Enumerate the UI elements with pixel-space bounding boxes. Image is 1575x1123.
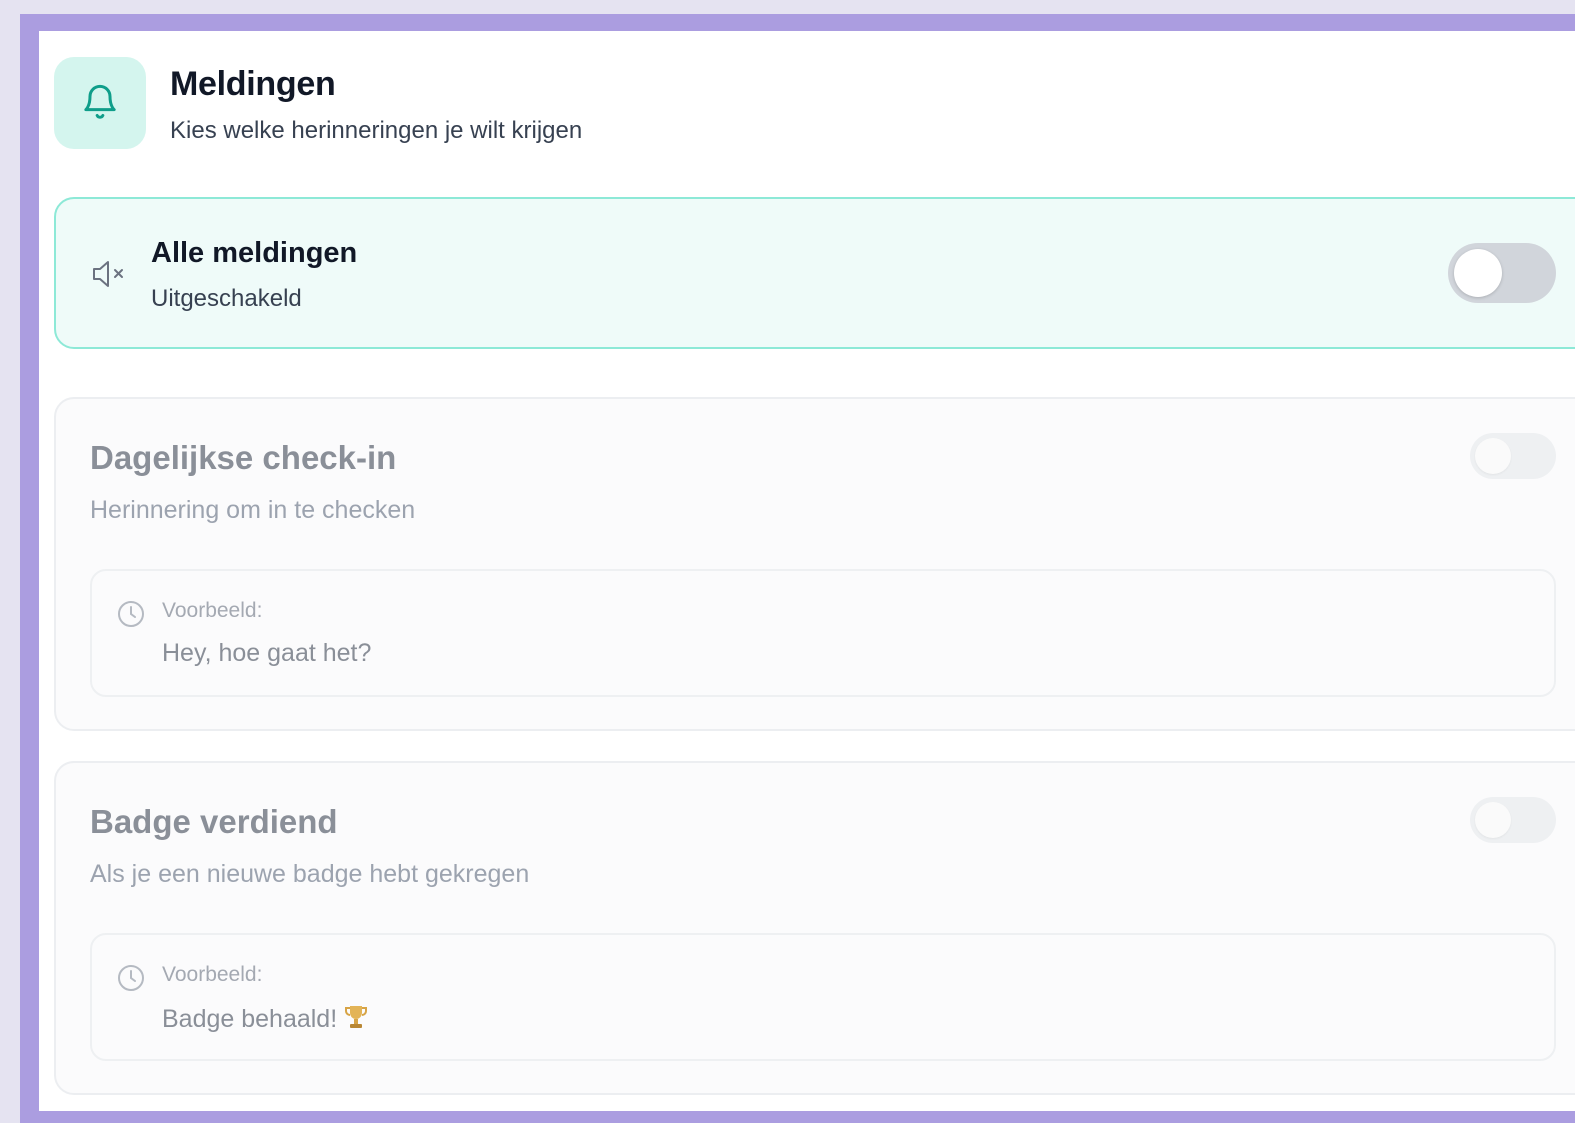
example-box: Voorbeeld: Hey, hoe gaat het? [90,569,1556,697]
clock-icon [116,963,146,993]
all-notifications-status: Uitgeschakeld [151,285,302,312]
notification-title: Dagelijkse check-in [90,439,397,476]
page-subtitle: Kies welke herinneringen je wilt krijgen [170,117,583,144]
page-title: Meldingen [170,65,336,103]
example-label: Voorbeeld: [162,963,263,986]
notification-description: Herinnering om in te checken [90,496,416,524]
speaker-muted-icon [90,259,130,289]
toggle-knob [1475,802,1511,838]
example-text: Badge behaald! [162,1005,338,1033]
notification-title: Badge verdiend [90,803,338,840]
example-label: Voorbeeld: [162,599,263,622]
trophy-icon [343,1003,369,1031]
example-text-row: Badge behaald! [162,1003,369,1034]
notification-card-badge-earned: Badge verdiend Als je een nieuwe badge h… [54,761,1575,1095]
badge-earned-toggle[interactable] [1470,797,1556,843]
toggle-knob [1454,249,1502,297]
bell-icon [54,57,146,149]
all-notifications-toggle[interactable] [1448,243,1556,303]
example-text: Hey, hoe gaat het? [162,639,372,667]
all-notifications-card: Alle meldingen Uitgeschakeld [54,197,1575,349]
notifications-panel: Meldingen Kies welke herinneringen je wi… [39,31,1575,1111]
daily-checkin-toggle[interactable] [1470,433,1556,479]
all-notifications-label: Alle meldingen [151,237,358,269]
toggle-knob [1475,438,1511,474]
example-box: Voorbeeld: Badge behaald! [90,933,1556,1061]
clock-icon [116,599,146,629]
notification-description: Als je een nieuwe badge hebt gekregen [90,860,530,888]
notification-card-daily-checkin: Dagelijkse check-in Herinnering om in te… [54,397,1575,731]
